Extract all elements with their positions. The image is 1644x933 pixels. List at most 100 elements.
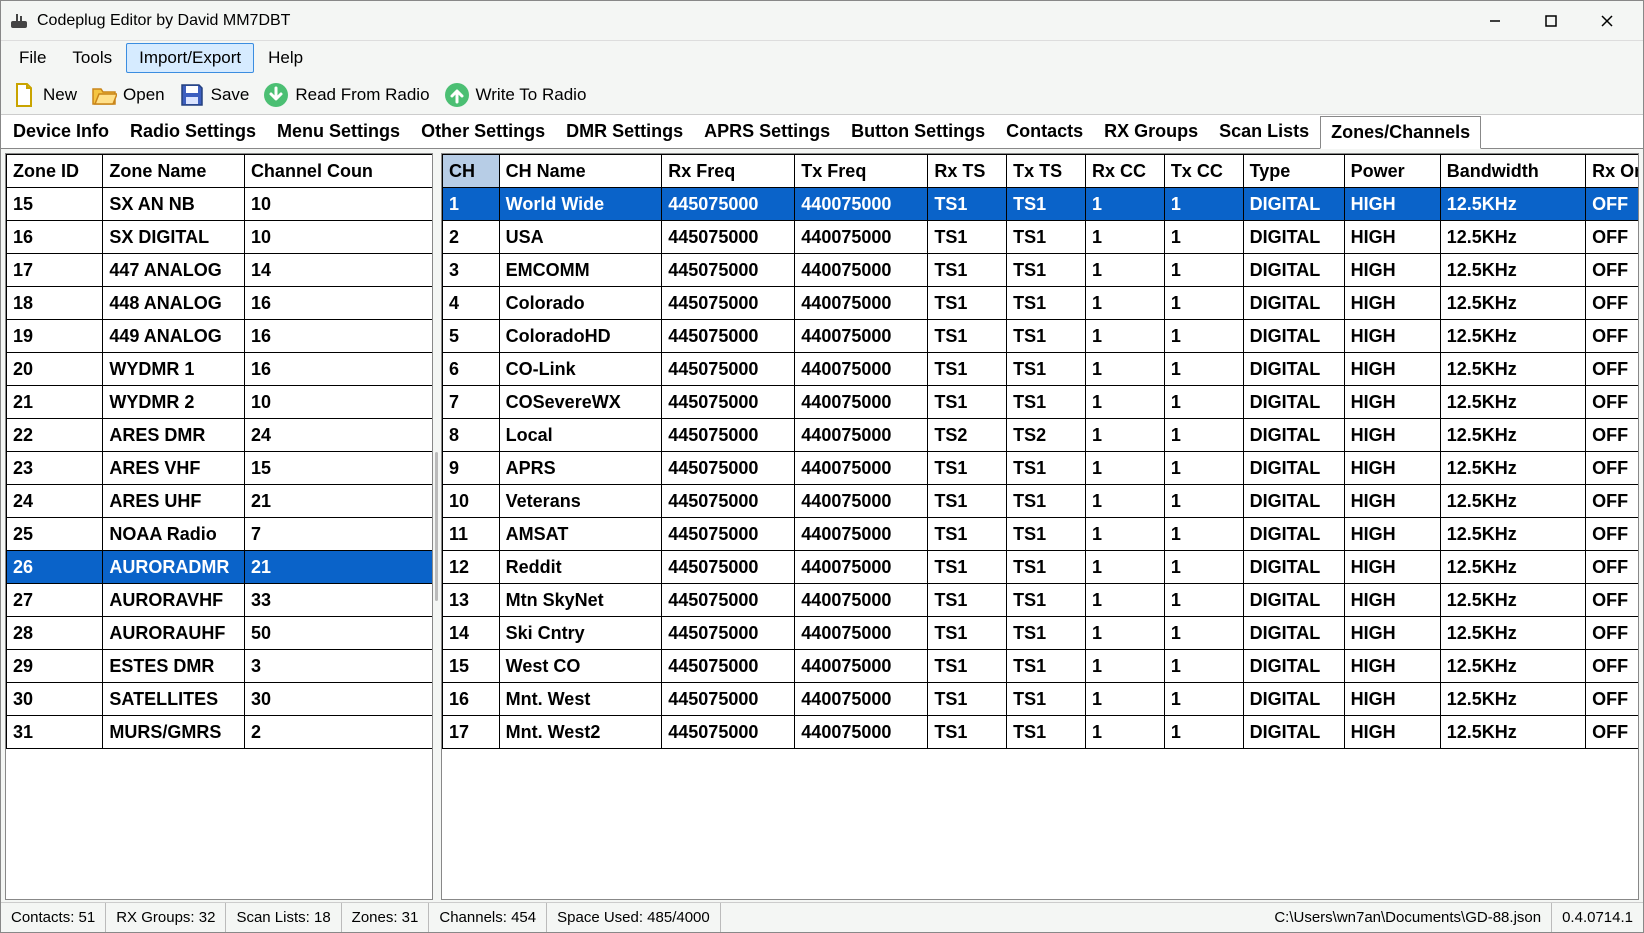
channel-row[interactable]: 6CO-Link445075000440075000TS1TS111DIGITA… (443, 353, 1639, 386)
channel-cell-tx[interactable]: 440075000 (795, 650, 928, 683)
minimize-button[interactable] (1467, 2, 1523, 40)
channel-cell-rxonly[interactable]: OFF (1586, 617, 1638, 650)
zone-cell-name[interactable]: 449 ANALOG (103, 320, 245, 353)
zone-cell-name[interactable]: SX AN NB (103, 188, 245, 221)
channel-cell-rxcc[interactable]: 1 (1085, 320, 1164, 353)
channel-table-scroll[interactable]: CH CH Name Rx Freq Tx Freq Rx TS Tx TS R… (442, 154, 1638, 899)
channel-cell-rxonly[interactable]: OFF (1586, 254, 1638, 287)
zone-cell-id[interactable]: 18 (7, 287, 103, 320)
channel-row[interactable]: 1World Wide445075000440075000TS1TS111DIG… (443, 188, 1639, 221)
channel-cell-rxonly[interactable]: OFF (1586, 386, 1638, 419)
channel-cell-txts[interactable]: TS1 (1007, 683, 1086, 716)
channel-cell-rxcc[interactable]: 1 (1085, 254, 1164, 287)
zone-cell-id[interactable]: 30 (7, 683, 103, 716)
channel-cell-rxonly[interactable]: OFF (1586, 353, 1638, 386)
zone-cell-name[interactable]: WYDMR 2 (103, 386, 245, 419)
channel-cell-rxonly[interactable]: OFF (1586, 287, 1638, 320)
channel-cell-rxts[interactable]: TS1 (928, 287, 1007, 320)
zone-row[interactable]: 25NOAA Radio7 (7, 518, 433, 551)
channel-cell-power[interactable]: HIGH (1344, 386, 1440, 419)
channel-cell-bw[interactable]: 12.5KHz (1440, 683, 1585, 716)
zone-cell-count[interactable]: 16 (244, 287, 432, 320)
zone-row[interactable]: 19449 ANALOG16 (7, 320, 433, 353)
channel-cell-rxts[interactable]: TS1 (928, 518, 1007, 551)
channel-cell-rxcc[interactable]: 1 (1085, 683, 1164, 716)
channel-cell-txcc[interactable]: 1 (1164, 320, 1243, 353)
channel-row[interactable]: 13Mtn SkyNet445075000440075000TS1TS111DI… (443, 584, 1639, 617)
channel-row[interactable]: 2USA445075000440075000TS1TS111DIGITALHIG… (443, 221, 1639, 254)
channel-cell-type[interactable]: DIGITAL (1243, 584, 1344, 617)
channel-cell-tx[interactable]: 440075000 (795, 353, 928, 386)
channel-cell-rxts[interactable]: TS1 (928, 254, 1007, 287)
channel-cell-power[interactable]: HIGH (1344, 320, 1440, 353)
channel-cell-bw[interactable]: 12.5KHz (1440, 188, 1585, 221)
zone-cell-count[interactable]: 21 (244, 485, 432, 518)
channel-cell-power[interactable]: HIGH (1344, 254, 1440, 287)
zone-cell-count[interactable]: 3 (244, 650, 432, 683)
channel-cell-rxcc[interactable]: 1 (1085, 650, 1164, 683)
zone-row[interactable]: 24ARES UHF21 (7, 485, 433, 518)
channel-cell-rxts[interactable]: TS1 (928, 221, 1007, 254)
zone-table-scroll[interactable]: Zone ID Zone Name Channel Coun 15SX AN N… (6, 154, 432, 899)
channel-cell-txcc[interactable]: 1 (1164, 584, 1243, 617)
tab-dmr-settings[interactable]: DMR Settings (556, 115, 694, 148)
channel-cell-type[interactable]: DIGITAL (1243, 221, 1344, 254)
channel-cell-ch[interactable]: 8 (443, 419, 500, 452)
channel-cell-rxonly[interactable]: OFF (1586, 551, 1638, 584)
channel-cell-txcc[interactable]: 1 (1164, 452, 1243, 485)
channel-cell-power[interactable]: HIGH (1344, 221, 1440, 254)
zone-cell-count[interactable]: 30 (244, 683, 432, 716)
channel-cell-txts[interactable]: TS1 (1007, 584, 1086, 617)
channel-cell-rxts[interactable]: TS1 (928, 386, 1007, 419)
channel-cell-power[interactable]: HIGH (1344, 353, 1440, 386)
zone-cell-id[interactable]: 21 (7, 386, 103, 419)
zone-cell-id[interactable]: 28 (7, 617, 103, 650)
channel-cell-bw[interactable]: 12.5KHz (1440, 353, 1585, 386)
channel-cell-rxts[interactable]: TS1 (928, 485, 1007, 518)
channel-header-name[interactable]: CH Name (499, 155, 662, 188)
channel-row[interactable]: 11AMSAT445075000440075000TS1TS111DIGITAL… (443, 518, 1639, 551)
channel-cell-power[interactable]: HIGH (1344, 452, 1440, 485)
tab-contacts[interactable]: Contacts (996, 115, 1094, 148)
channel-cell-txcc[interactable]: 1 (1164, 287, 1243, 320)
channel-cell-power[interactable]: HIGH (1344, 683, 1440, 716)
tab-aprs-settings[interactable]: APRS Settings (694, 115, 841, 148)
channel-cell-rxcc[interactable]: 1 (1085, 551, 1164, 584)
channel-cell-txcc[interactable]: 1 (1164, 419, 1243, 452)
channel-cell-type[interactable]: DIGITAL (1243, 683, 1344, 716)
zone-header-count[interactable]: Channel Coun (244, 155, 432, 188)
channel-row[interactable]: 10Veterans445075000440075000TS1TS111DIGI… (443, 485, 1639, 518)
maximize-button[interactable] (1523, 2, 1579, 40)
channel-cell-rxonly[interactable]: OFF (1586, 419, 1638, 452)
channel-cell-tx[interactable]: 440075000 (795, 419, 928, 452)
menu-import-export[interactable]: Import/Export (126, 43, 254, 73)
channel-cell-rxonly[interactable]: OFF (1586, 683, 1638, 716)
zone-cell-count[interactable]: 10 (244, 188, 432, 221)
channel-cell-rxcc[interactable]: 1 (1085, 353, 1164, 386)
channel-cell-rxcc[interactable]: 1 (1085, 485, 1164, 518)
channel-cell-txcc[interactable]: 1 (1164, 518, 1243, 551)
zone-cell-count[interactable]: 7 (244, 518, 432, 551)
channel-cell-tx[interactable]: 440075000 (795, 287, 928, 320)
channel-cell-tx[interactable]: 440075000 (795, 716, 928, 749)
channel-cell-power[interactable]: HIGH (1344, 287, 1440, 320)
channel-cell-type[interactable]: DIGITAL (1243, 650, 1344, 683)
channel-cell-ch[interactable]: 16 (443, 683, 500, 716)
menu-help[interactable]: Help (256, 44, 315, 72)
channel-cell-bw[interactable]: 12.5KHz (1440, 584, 1585, 617)
channel-cell-name[interactable]: Mtn SkyNet (499, 584, 662, 617)
channel-cell-rx[interactable]: 445075000 (662, 254, 795, 287)
channel-cell-bw[interactable]: 12.5KHz (1440, 551, 1585, 584)
zone-cell-count[interactable]: 24 (244, 419, 432, 452)
tab-other-settings[interactable]: Other Settings (411, 115, 556, 148)
zone-cell-count[interactable]: 14 (244, 254, 432, 287)
channel-cell-rxcc[interactable]: 1 (1085, 188, 1164, 221)
channel-cell-type[interactable]: DIGITAL (1243, 518, 1344, 551)
channel-cell-type[interactable]: DIGITAL (1243, 287, 1344, 320)
channel-cell-rx[interactable]: 445075000 (662, 584, 795, 617)
channel-cell-rxts[interactable]: TS1 (928, 716, 1007, 749)
channel-cell-bw[interactable]: 12.5KHz (1440, 518, 1585, 551)
channel-cell-name[interactable]: Mnt. West (499, 683, 662, 716)
channel-cell-rxcc[interactable]: 1 (1085, 584, 1164, 617)
channel-row[interactable]: 4Colorado445075000440075000TS1TS111DIGIT… (443, 287, 1639, 320)
